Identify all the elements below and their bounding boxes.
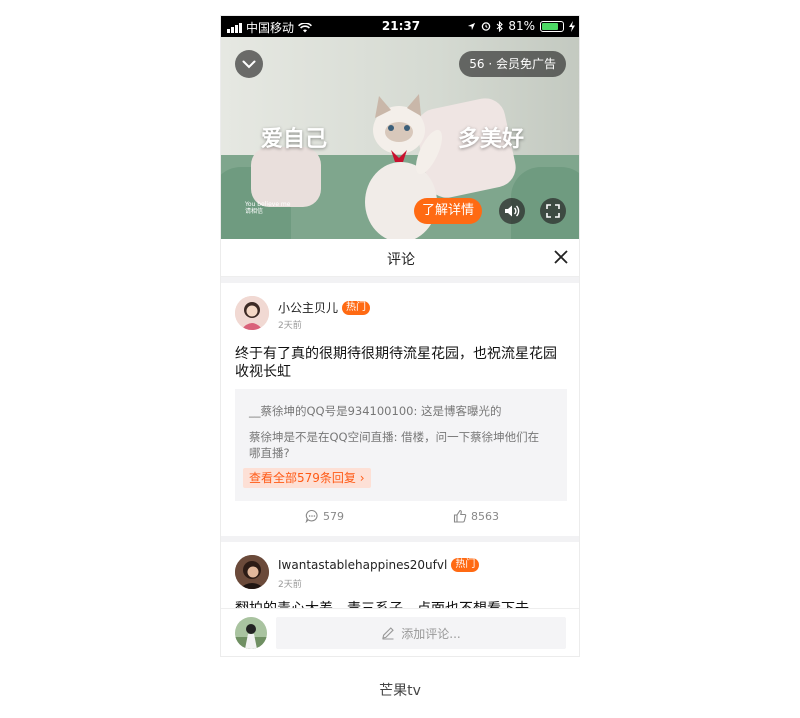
collapse-button[interactable] bbox=[235, 50, 263, 78]
reply-count: 579 bbox=[323, 509, 344, 523]
video-overlay-text-right: 多美好 bbox=[458, 127, 525, 152]
username[interactable]: 小公主贝儿 bbox=[278, 299, 338, 316]
comment-text: 终于有了真的很期待很期待流星花园，也祝流星花园收视长虹 bbox=[235, 346, 557, 380]
video-player[interactable]: 爱自己 多美好 You believe me 请相信 56 · 会员免广告 了解… bbox=[221, 37, 579, 239]
watermark-line-1: You believe me bbox=[245, 201, 291, 208]
avatar-image bbox=[235, 555, 269, 589]
close-icon[interactable] bbox=[553, 249, 569, 265]
comment-time: 2天前 bbox=[278, 321, 302, 331]
video-overlay-text-left: 爱自己 bbox=[261, 127, 328, 152]
avatar-image bbox=[235, 617, 267, 649]
comment-user-row: Iwantastablehappines20ufvl 热门 bbox=[278, 558, 480, 572]
like-count: 8563 bbox=[471, 509, 499, 523]
reply-item: 蔡徐坤是不是在QQ空间直播: 借楼，问一下蔡徐坤他们在哪直播? bbox=[249, 430, 540, 460]
pencil-icon bbox=[382, 627, 395, 640]
chevron-right-icon: › bbox=[359, 471, 365, 485]
alarm-icon bbox=[482, 22, 491, 31]
learn-more-button[interactable]: 了解详情 bbox=[414, 198, 483, 224]
avatar[interactable] bbox=[235, 296, 269, 330]
image-caption: 芒果tv bbox=[379, 683, 421, 699]
hot-badge: 热门 bbox=[451, 558, 480, 572]
bluetooth-icon bbox=[496, 20, 504, 32]
status-bar: 中国移动 21:37 81% bbox=[221, 16, 579, 37]
video-scene-pillow-left bbox=[251, 147, 321, 207]
video-watermark: You believe me 请相信 bbox=[245, 201, 290, 215]
status-right: 81% bbox=[467, 19, 575, 33]
comment-text: 翻拍的毒心大差，责三系子，点面也不想看下去 bbox=[235, 600, 567, 608]
comment-input-placeholder: 添加评论... bbox=[401, 626, 461, 641]
comment-actions: 579 8563 bbox=[221, 509, 579, 529]
battery-icon bbox=[540, 20, 564, 32]
avatar[interactable] bbox=[235, 555, 269, 589]
reply-count-button[interactable]: 579 bbox=[305, 509, 344, 523]
charging-icon bbox=[569, 20, 575, 32]
skip-ad-badge[interactable]: 56 · 会员免广告 bbox=[459, 51, 566, 77]
like-button[interactable]: 8563 bbox=[453, 509, 499, 523]
reply-item: __蔡徐坤的QQ号是934100100: 这是博客曝光的 bbox=[249, 404, 502, 418]
chevron-down-icon bbox=[242, 60, 256, 68]
reply-preview-box[interactable]: __蔡徐坤的QQ号是934100100: 这是博客曝光的 蔡徐坤是不是在QQ空间… bbox=[235, 389, 567, 501]
volume-button[interactable] bbox=[499, 198, 525, 224]
location-arrow-icon bbox=[468, 22, 476, 30]
comments-header: 评论 bbox=[221, 239, 579, 277]
watermark-line-2: 请相信 bbox=[245, 208, 264, 215]
comment-input-bar: 添加评论... bbox=[221, 608, 579, 656]
avatar-image bbox=[235, 296, 269, 330]
fullscreen-button[interactable] bbox=[540, 198, 566, 224]
view-all-replies-label: 查看全部579条回复 bbox=[249, 471, 356, 485]
username[interactable]: Iwantastablehappines20ufvl bbox=[278, 558, 447, 572]
comment-item: 小公主贝儿 热门 2天前 终于有了真的很期待很期待流星花园，也祝流星花园收视长虹… bbox=[221, 283, 579, 536]
comment-user-row: 小公主贝儿 热门 bbox=[278, 299, 371, 316]
comment-time: 2天前 bbox=[278, 580, 302, 590]
view-all-replies-link[interactable]: 查看全部579条回复 › bbox=[243, 468, 371, 488]
hot-badge: 热门 bbox=[342, 300, 371, 315]
volume-icon bbox=[505, 205, 520, 217]
comment-input[interactable]: 添加评论... bbox=[276, 617, 566, 649]
comment-item: Iwantastablehappines20ufvl 热门 2天前 翻拍的毒心大… bbox=[221, 542, 579, 608]
comments-title: 评论 bbox=[387, 252, 415, 268]
battery-percent: 81% bbox=[508, 19, 535, 33]
avatar[interactable] bbox=[235, 617, 267, 649]
thumbs-up-icon bbox=[453, 509, 467, 523]
comment-bubble-icon bbox=[305, 509, 318, 523]
phone-screen: 中国移动 21:37 81% 爱自己 多美好 You believe me 请相… bbox=[220, 15, 580, 657]
fullscreen-icon bbox=[546, 204, 560, 218]
